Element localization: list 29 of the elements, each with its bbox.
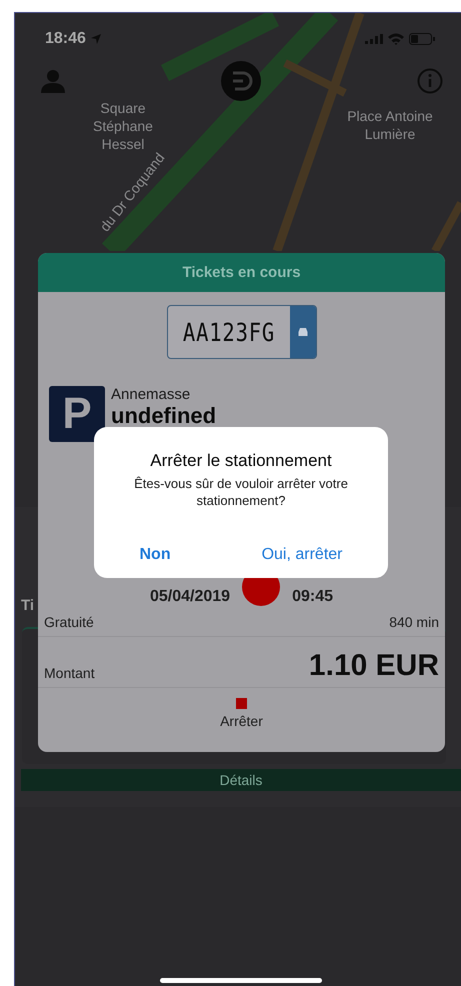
start-date: 05/04/2019 — [150, 588, 230, 606]
start-time: 09:45 — [292, 588, 333, 606]
list-heading: Ti — [21, 597, 34, 614]
row-label: Gratuité — [44, 614, 94, 630]
person-icon[interactable] — [41, 69, 65, 93]
location-arrow-icon — [90, 34, 101, 44]
wifi-icon — [388, 33, 404, 45]
details-button[interactable]: Détails — [21, 769, 461, 791]
zone-name: undefined — [111, 403, 216, 429]
plate-number: AA123FG — [181, 316, 276, 348]
row-value: 840 min — [389, 614, 439, 630]
dialog-message: Êtes-vous sûr de vouloir arrêter votre stationnement? — [133, 475, 349, 509]
row-label: Montant — [44, 665, 95, 681]
city-name: Annemasse — [111, 386, 192, 403]
parking-sign: P — [49, 386, 105, 442]
battery-icon — [409, 33, 435, 45]
confirm-button[interactable]: Oui, arrêter — [252, 542, 352, 568]
map-label: Place Antoine Lumière — [346, 107, 434, 143]
dialog-title: Arrêter le stationnement — [150, 451, 332, 471]
stop-icon — [236, 698, 247, 709]
signal-icon — [365, 34, 383, 44]
info-icon[interactable] — [417, 68, 443, 94]
logo-icon — [221, 61, 261, 101]
card-title: Tickets en cours — [182, 264, 301, 281]
car-icon — [298, 328, 308, 336]
row-value: 1.10 EUR — [308, 651, 439, 681]
status-time: 18:46 — [45, 30, 86, 48]
cancel-button[interactable]: Non — [129, 542, 181, 568]
stop-button[interactable]: Arrêter — [38, 688, 445, 752]
